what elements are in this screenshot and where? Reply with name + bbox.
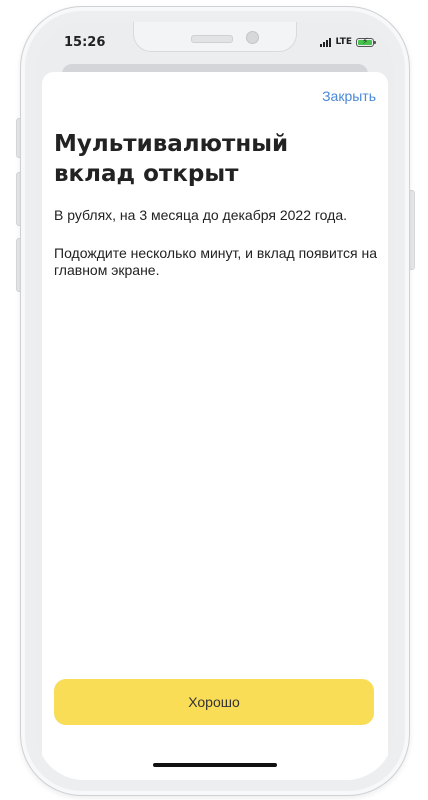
signal-icon [320,37,332,47]
phone-screen: 15:26 LTE ⚡ Закрыть Мультивалютный вклад… [36,22,394,780]
modal-sheet: Закрыть Мультивалютный вклад открыт В ру… [42,72,388,780]
page-title: Мультивалютный вклад открыт [54,131,289,187]
battery-charging-icon: ⚡ [356,36,376,47]
speaker-grille [191,35,233,43]
deposit-details-text: В рублях, на 3 месяца до декабря 2022 го… [54,207,347,223]
wait-notice-text: Подождите несколько минут, и вклад появи… [54,245,378,278]
camera-icon [246,31,259,44]
ok-button[interactable]: Хорошо [54,679,374,725]
network-type: LTE [335,37,352,47]
close-button[interactable]: Закрыть [322,88,376,104]
home-indicator[interactable] [153,763,277,767]
page: 15:26 LTE ⚡ Закрыть Мультивалютный вклад… [0,0,428,800]
status-time: 15:26 [64,35,106,50]
notch [133,22,297,52]
status-indicators: LTE ⚡ [320,36,376,47]
